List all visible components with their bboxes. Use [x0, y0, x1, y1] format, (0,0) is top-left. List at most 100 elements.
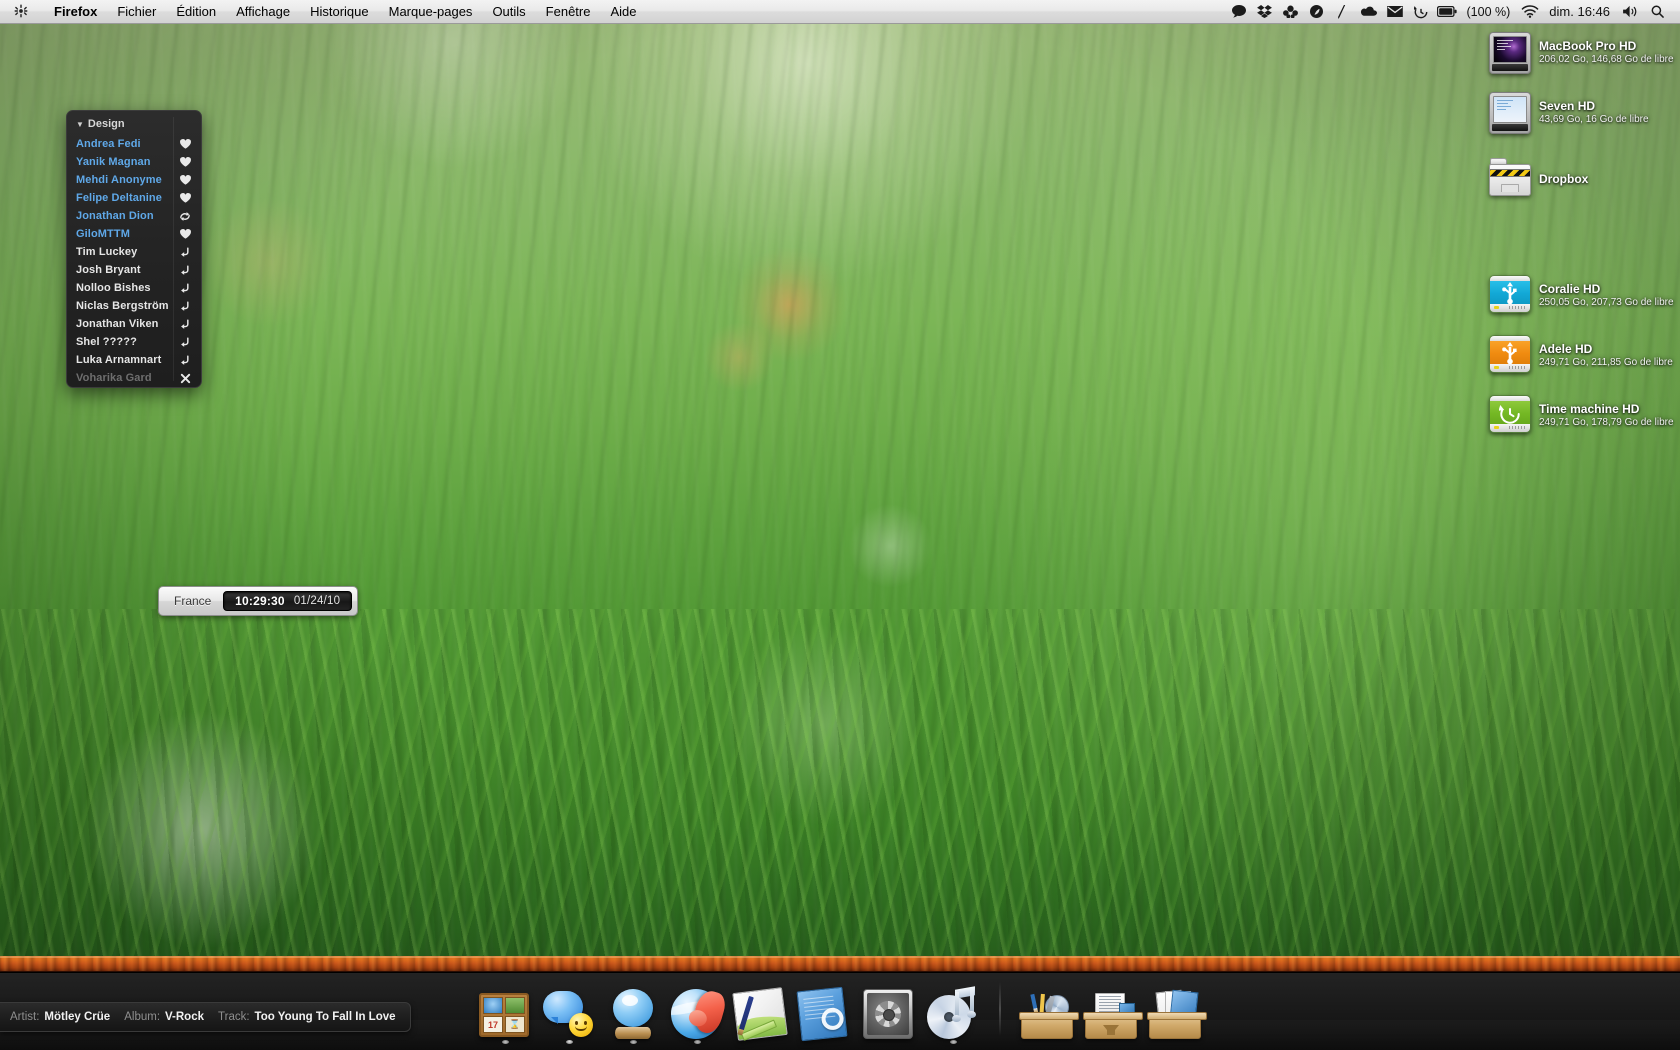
battery-icon[interactable]	[1434, 0, 1460, 24]
dock-item-itunes[interactable]	[925, 976, 981, 1044]
design-widget-row-name[interactable]: Yanik Magnan	[76, 156, 151, 168]
wifi-icon[interactable]	[1517, 0, 1543, 24]
reply-action-icon[interactable]	[178, 337, 192, 347]
design-widget-row-name[interactable]: Andrea Fedi	[76, 138, 141, 150]
heart-action-icon[interactable]	[178, 175, 192, 185]
internal-disk-win-icon[interactable]	[1489, 92, 1531, 134]
dropbox-folder-icon[interactable]	[1489, 158, 1531, 200]
design-widget-row-name[interactable]: Jonathan Viken	[76, 318, 159, 330]
design-widget-row[interactable]: Jonathan Dion	[67, 207, 201, 225]
menu-bar-clock[interactable]: dim. 16:46	[1543, 4, 1618, 19]
reply-action-icon[interactable]	[178, 355, 192, 365]
heart-action-icon[interactable]	[178, 157, 192, 167]
menu-item-firefox[interactable]: Firefox	[44, 0, 107, 24]
desktop-drive-label: Coralie HD 250,05 Go, 207,73 Go de libre	[1539, 282, 1674, 310]
dock-item-document-app[interactable]	[796, 976, 853, 1044]
time-machine-drive-icon[interactable]	[1489, 395, 1531, 437]
design-widget-row-name[interactable]: Voharika Gard	[76, 372, 152, 384]
usb-drive-blue-icon[interactable]	[1489, 275, 1531, 317]
design-widget-row-name[interactable]: Mehdi Anonyme	[76, 174, 162, 186]
france-clock-widget[interactable]: France 10:29:30 01/24/10	[158, 586, 358, 616]
design-widget-row-name[interactable]: Niclas Bergström	[76, 300, 169, 312]
design-widget-row-name[interactable]: GiloMTTM	[76, 228, 130, 240]
design-widget-row[interactable]: Shel ?????	[67, 333, 201, 351]
dropbox-icon[interactable]	[1252, 0, 1278, 24]
design-widget-row[interactable]: GiloMTTM	[67, 225, 201, 243]
dock-item-paint-app[interactable]	[732, 976, 789, 1044]
menu-item-aide[interactable]: Aide	[600, 0, 646, 24]
heart-action-icon[interactable]	[178, 139, 192, 149]
chevron-down-icon[interactable]: ▼	[76, 120, 84, 129]
design-widget-row-name[interactable]: Tim Luckey	[76, 246, 137, 258]
dock-item-firefox[interactable]	[669, 976, 729, 1044]
mail-envelope-icon[interactable]	[1382, 0, 1408, 24]
design-widget-row-name[interactable]: Nolloo Bishes	[76, 282, 151, 294]
cloud-icon[interactable]	[1356, 0, 1382, 24]
desktop-drive-label: Seven HD 43,69 Go, 16 Go de libre	[1539, 99, 1649, 127]
dock-item-system-preferences[interactable]	[861, 976, 917, 1044]
reply-action-icon[interactable]	[178, 301, 192, 311]
usb-drive-orange-icon[interactable]	[1489, 335, 1531, 377]
design-widget-row-name[interactable]: Felipe Deltanine	[76, 192, 162, 204]
menu-item-outils[interactable]: Outils	[482, 0, 535, 24]
reply-action-icon[interactable]	[178, 283, 192, 293]
dock-item-documents-stack[interactable]	[1147, 976, 1207, 1044]
close-action-icon[interactable]	[178, 373, 192, 384]
design-widget-row-name[interactable]: Jonathan Dion	[76, 210, 154, 222]
menu-item-edition[interactable]: Édition	[166, 0, 226, 24]
design-widget-row[interactable]: Tim Luckey	[67, 243, 201, 261]
desktop-drive-icon[interactable]: MacBook Pro HD 206,02 Go, 146,68 Go de li…	[1489, 32, 1674, 74]
design-widget-row[interactable]: Josh Bryant	[67, 261, 201, 279]
menu-item-historique[interactable]: Historique	[300, 0, 379, 24]
design-widget-row[interactable]: Luka Arnamnart	[67, 351, 201, 369]
apple-logo-icon[interactable]	[14, 4, 28, 20]
france-clock-time: 10:29:30	[235, 594, 285, 608]
heart-action-icon[interactable]	[178, 193, 192, 203]
menu-item-affichage[interactable]: Affichage	[226, 0, 300, 24]
design-widget-row[interactable]: Voharika Gard	[67, 369, 201, 387]
reply-action-icon[interactable]	[178, 265, 192, 275]
internal-disk-mac-icon[interactable]	[1489, 32, 1531, 74]
design-twitter-widget[interactable]: ▼ Design Andrea Fedi Yanik Magnan Mehdi An…	[66, 110, 202, 388]
running-indicator	[565, 1040, 573, 1044]
cloud-app-icon[interactable]	[1278, 0, 1304, 24]
time-machine-icon[interactable]	[1408, 0, 1434, 24]
spotlight-search-icon[interactable]	[1644, 0, 1670, 24]
reply-action-icon[interactable]	[178, 247, 192, 257]
reply-action-icon[interactable]	[178, 319, 192, 329]
dock-item-applications-stack[interactable]	[1019, 976, 1079, 1044]
desktop-drive-icon[interactable]: Coralie HD 250,05 Go, 207,73 Go de libre	[1489, 275, 1674, 317]
menu-item-fenetre[interactable]: Fenêtre	[536, 0, 601, 24]
retweet-action-icon[interactable]	[178, 211, 192, 222]
volume-icon[interactable]	[1618, 0, 1644, 24]
evernote-icon[interactable]	[1304, 0, 1330, 24]
design-widget-row-name[interactable]: Luka Arnamnart	[76, 354, 161, 366]
reply-icon	[181, 247, 189, 257]
dock-item-skype[interactable]	[605, 976, 661, 1044]
reply-icon	[181, 265, 189, 275]
design-widget-row[interactable]: Mehdi Anonyme	[67, 171, 201, 189]
heart-action-icon[interactable]	[178, 229, 192, 239]
design-widget-row[interactable]: Andrea Fedi	[67, 135, 201, 153]
design-widget-row-name[interactable]: Shel ?????	[76, 336, 137, 348]
desktop-drive-icon[interactable]: Dropbox	[1489, 158, 1588, 200]
itunes-icon	[927, 985, 979, 1039]
desktop-drive-label: Adele HD 249,71 Go, 211,85 Go de libre	[1539, 342, 1673, 370]
dock-item-ichat[interactable]	[541, 976, 597, 1044]
design-widget-header[interactable]: ▼ Design	[67, 111, 201, 135]
design-widget-row[interactable]: Felipe Deltanine	[67, 189, 201, 207]
design-widget-row[interactable]: Niclas Bergström	[67, 297, 201, 315]
desktop-drive-icon[interactable]: Seven HD 43,69 Go, 16 Go de libre	[1489, 92, 1649, 134]
design-widget-row[interactable]: Yanik Magnan	[67, 153, 201, 171]
desktop-drive-icon[interactable]: Adele HD 249,71 Go, 211,85 Go de libre	[1489, 335, 1673, 377]
dock-item-shelf-organizer[interactable]: 17 ⌛	[477, 976, 533, 1044]
menu-item-fichier[interactable]: Fichier	[107, 0, 166, 24]
pen-icon[interactable]	[1330, 0, 1356, 24]
design-widget-row[interactable]: Jonathan Viken	[67, 315, 201, 333]
dock-item-downloads-stack[interactable]	[1083, 976, 1143, 1044]
desktop-drive-icon[interactable]: Time machine HD 249,71 Go, 178,79 Go de l…	[1489, 395, 1674, 437]
design-widget-row[interactable]: Nolloo Bishes	[67, 279, 201, 297]
chat-bubble-icon[interactable]	[1226, 0, 1252, 24]
menu-item-marque-pages[interactable]: Marque-pages	[379, 0, 483, 24]
design-widget-row-name[interactable]: Josh Bryant	[76, 264, 141, 276]
